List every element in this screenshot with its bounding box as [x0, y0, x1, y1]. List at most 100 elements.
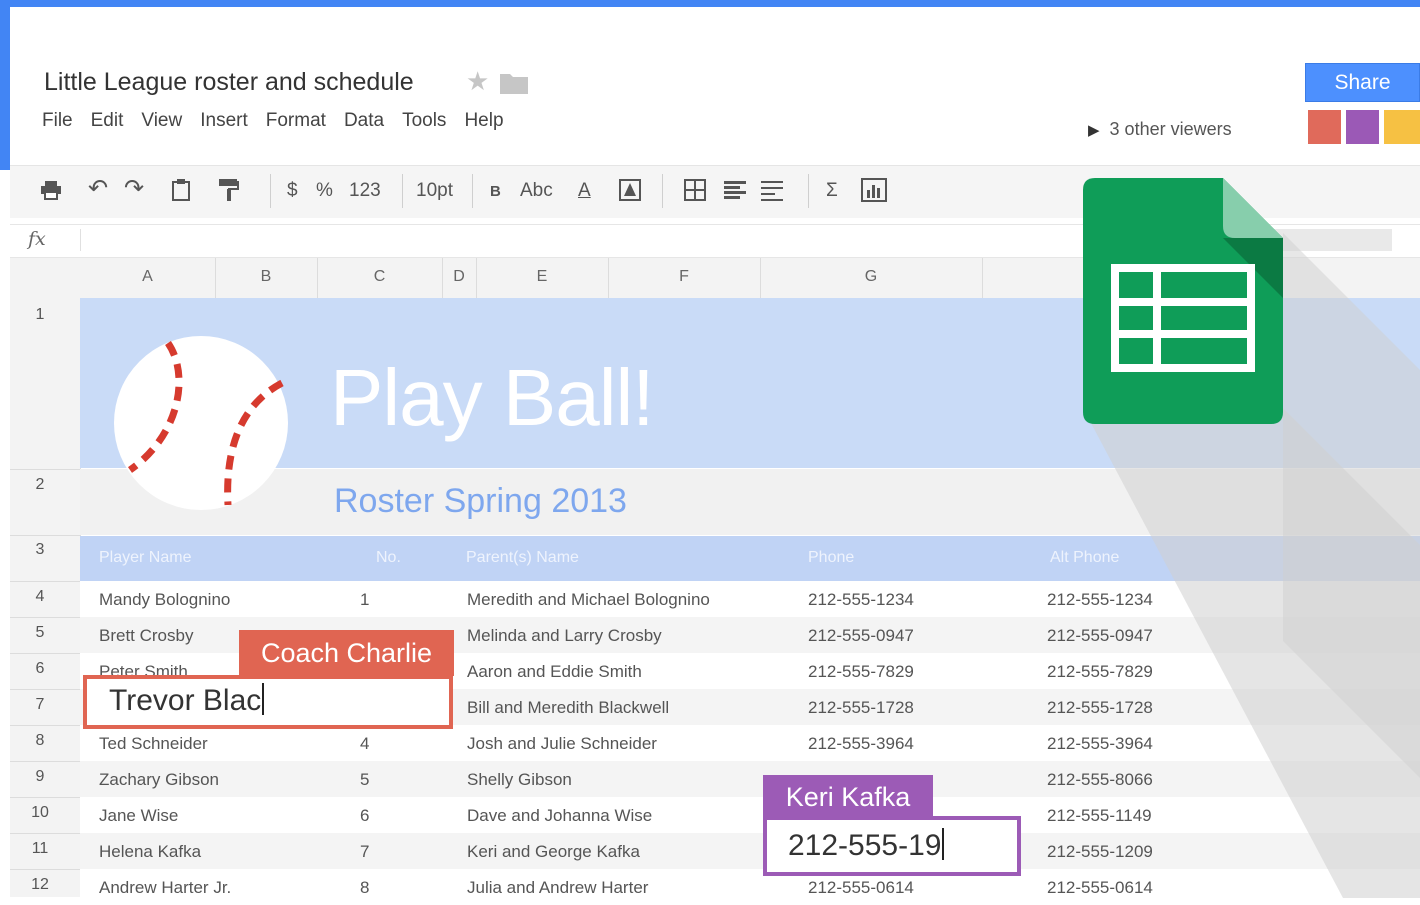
cell-number[interactable]: 7 — [360, 842, 369, 862]
toolbar-separator — [270, 174, 271, 208]
cell-parents[interactable]: Julia and Andrew Harter — [467, 878, 648, 898]
avatar-red[interactable] — [1308, 110, 1341, 144]
row-header-9[interactable]: 9 — [10, 768, 70, 786]
cell-parents[interactable]: Dave and Johanna Wise — [467, 806, 652, 826]
row-header-6[interactable]: 6 — [10, 660, 70, 678]
row-header-8[interactable]: 8 — [10, 732, 70, 750]
baseball-icon — [114, 336, 288, 510]
cell-parents[interactable]: Meredith and Michael Bolognino — [467, 590, 710, 610]
avatar-purple[interactable] — [1346, 110, 1379, 144]
header-parents[interactable]: Parent(s) Name — [466, 549, 579, 567]
cell-phone[interactable]: 212-555-1728 — [808, 698, 914, 718]
row-header-7[interactable]: 7 — [10, 696, 70, 714]
document-title[interactable]: Little League roster and schedule — [44, 68, 414, 97]
cell-player-name[interactable]: Ted Schneider — [99, 734, 208, 754]
print-icon[interactable] — [40, 180, 62, 200]
row-divider — [10, 535, 80, 536]
cell-parents[interactable]: Aaron and Eddie Smith — [467, 662, 642, 682]
currency-button[interactable]: $ — [287, 180, 298, 202]
cell-phone[interactable]: 212-555-0614 — [808, 878, 914, 898]
cell-player-name[interactable]: Mandy Bolognino — [99, 590, 230, 610]
top-accent-bar — [0, 0, 1420, 7]
redo-icon[interactable]: ↷ — [124, 174, 144, 203]
row-divider — [10, 761, 80, 762]
cell-phone[interactable]: 212-555-0947 — [808, 626, 914, 646]
row-header-10[interactable]: 10 — [10, 804, 70, 822]
undo-icon[interactable]: ↶ — [88, 174, 108, 203]
row-header-2[interactable]: 2 — [10, 476, 70, 494]
cell-number[interactable]: 6 — [360, 806, 369, 826]
text-caret — [942, 828, 945, 860]
column-header-e[interactable]: E — [476, 268, 608, 286]
menu-insert[interactable]: Insert — [200, 110, 248, 132]
paste-icon[interactable] — [172, 179, 190, 201]
percent-button[interactable]: % — [316, 180, 333, 202]
cell-number[interactable]: 1 — [360, 590, 369, 610]
header-player-name[interactable]: Player Name — [99, 549, 191, 567]
cell-player-name[interactable]: Helena Kafka — [99, 842, 201, 862]
google-sheets-icon — [1083, 178, 1420, 898]
row-header-12[interactable]: 12 — [10, 876, 70, 894]
cell-number[interactable]: 8 — [360, 878, 369, 898]
column-header-a[interactable]: A — [80, 268, 215, 286]
paint-format-icon[interactable] — [218, 178, 240, 202]
menu-help[interactable]: Help — [464, 110, 503, 132]
header-number[interactable]: No. — [376, 549, 401, 567]
cell-parents[interactable]: Bill and Meredith Blackwell — [467, 698, 669, 718]
share-button[interactable]: Share — [1305, 63, 1420, 102]
strikethrough-button[interactable]: Abc — [520, 180, 553, 202]
cell-parents[interactable]: Melinda and Larry Crosby — [467, 626, 662, 646]
row-header-5[interactable]: 5 — [10, 624, 70, 642]
menu-format[interactable]: Format — [266, 110, 326, 132]
cell-phone[interactable]: 212-555-7829 — [808, 662, 914, 682]
column-header-b[interactable]: B — [215, 268, 317, 286]
column-header-c[interactable]: C — [317, 268, 442, 286]
menu-view[interactable]: View — [141, 110, 182, 132]
cell-number[interactable]: 5 — [360, 770, 369, 790]
menu-edit[interactable]: Edit — [91, 110, 124, 132]
cell-player-name[interactable]: Andrew Harter Jr. — [99, 878, 231, 898]
cell-phone[interactable]: 212-555-3964 — [808, 734, 914, 754]
menu-tools[interactable]: Tools — [402, 110, 446, 132]
header-phone[interactable]: Phone — [808, 549, 854, 567]
font-size-select[interactable]: 10pt — [416, 180, 453, 202]
chart-icon[interactable] — [861, 178, 887, 202]
other-viewers[interactable]: ▶ 3 other viewers — [1088, 119, 1232, 140]
folder-icon[interactable] — [500, 72, 528, 94]
column-header-f[interactable]: F — [608, 268, 760, 286]
cell-player-name[interactable]: Jane Wise — [99, 806, 178, 826]
fx-icon: fx — [28, 228, 46, 250]
wrap-icon[interactable] — [761, 180, 783, 202]
toolbar-separator — [472, 174, 473, 208]
cell-parents[interactable]: Josh and Julie Schneider — [467, 734, 657, 754]
toolbar-separator — [662, 174, 663, 208]
text-color-button[interactable]: A — [578, 180, 591, 202]
bold-button[interactable]: B — [490, 183, 501, 200]
cell-parents[interactable]: Keri and George Kafka — [467, 842, 640, 862]
column-header-d[interactable]: D — [442, 268, 476, 286]
coach-charlie-cell-input[interactable]: Trevor Blac — [109, 683, 265, 718]
cell-number[interactable]: 4 — [360, 734, 369, 754]
align-icon[interactable] — [724, 180, 746, 200]
cell-player-name[interactable]: Zachary Gibson — [99, 770, 219, 790]
row-header-1[interactable]: 1 — [10, 306, 70, 324]
cell-phone[interactable]: 212-555-1234 — [808, 590, 914, 610]
menu-data[interactable]: Data — [344, 110, 384, 132]
menu-file[interactable]: File — [42, 110, 73, 132]
cell-parents[interactable]: Shelly Gibson — [467, 770, 572, 790]
row-divider — [10, 469, 80, 470]
star-icon[interactable]: ★ — [466, 66, 489, 97]
row-divider — [10, 869, 80, 870]
sum-icon[interactable]: Σ — [826, 180, 838, 202]
row-divider — [10, 797, 80, 798]
row-header-3[interactable]: 3 — [10, 541, 70, 559]
avatar-yellow[interactable] — [1384, 110, 1420, 144]
row-header-4[interactable]: 4 — [10, 588, 70, 606]
row-header-11[interactable]: 11 — [10, 840, 70, 858]
fill-color-icon[interactable] — [619, 179, 641, 201]
column-header-g[interactable]: G — [760, 268, 982, 286]
keri-kafka-cell-input[interactable]: 212-555-19 — [788, 828, 945, 863]
number-format-button[interactable]: 123 — [349, 180, 381, 202]
cell-player-name[interactable]: Brett Crosby — [99, 626, 193, 646]
borders-icon[interactable] — [684, 179, 706, 201]
